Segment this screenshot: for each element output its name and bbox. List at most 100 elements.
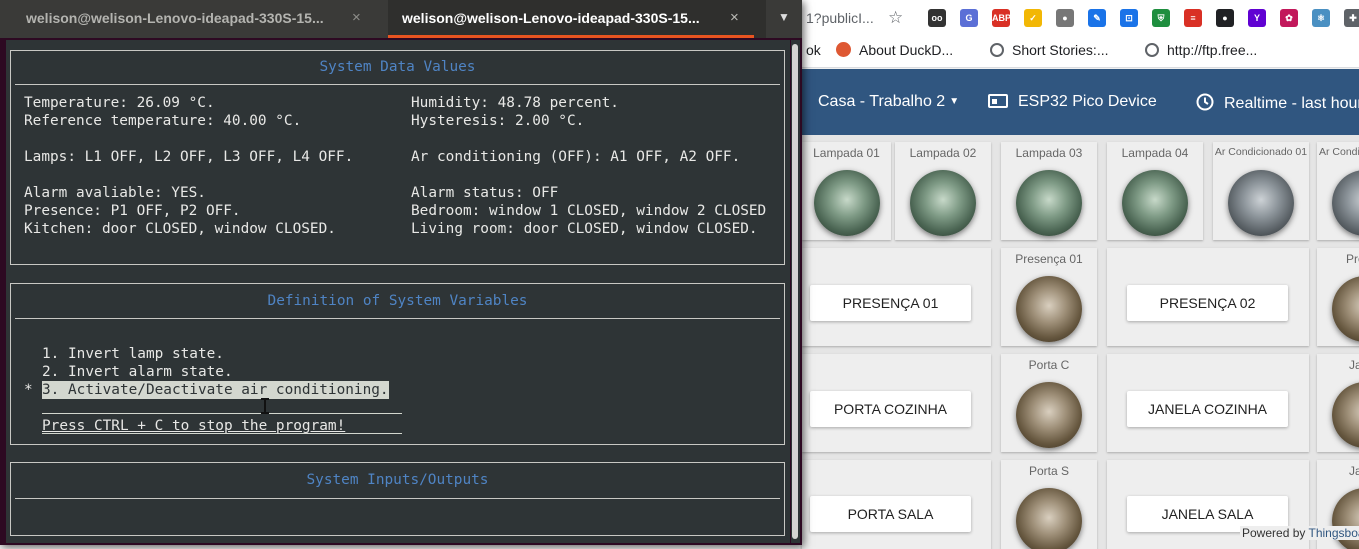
porta-sala-widget: PORTA SALA	[802, 460, 991, 549]
shield-extension-icon[interactable]: ✓	[1024, 9, 1042, 27]
ac-02-widget: Ar Condi	[1317, 142, 1359, 240]
widget-label: Lampada 04	[1121, 146, 1189, 160]
terminal-scrollbar[interactable]	[791, 40, 800, 543]
green-shield-icon[interactable]: ⛨	[1152, 9, 1170, 27]
led-indicator	[910, 170, 976, 236]
timewindow-selector[interactable]: Realtime - last hour	[1196, 93, 1359, 113]
widget-label: Prese	[1346, 252, 1359, 266]
bookmark-item[interactable]: ok	[806, 42, 821, 58]
bookmark-duckduckgo[interactable]: About DuckD...	[836, 42, 953, 58]
globe-icon	[1145, 43, 1159, 57]
active-tab-indicator	[388, 35, 754, 38]
data-value-line: Living room: door CLOSED, window CLOSED.	[411, 221, 758, 237]
cookie-icon[interactable]: oo	[928, 9, 946, 27]
terminal-tab-bar: welison@welison-Lenovo-ideapad-330S-15..…	[0, 0, 802, 38]
bookmark-short-stories[interactable]: Short Stories:...	[990, 42, 1108, 58]
rabbit-icon[interactable]: ●	[1056, 9, 1074, 27]
led-indicator	[1332, 276, 1359, 342]
presence-02-widget: PRESENÇA 02	[1107, 248, 1309, 346]
data-value-line: Reference temperature: 40.00 °C.	[24, 113, 302, 129]
scrollbar-thumb[interactable]	[792, 44, 798, 539]
panel-title: Definition of System Variables	[267, 293, 528, 309]
menu-option-1[interactable]: 1. Invert lamp state.	[42, 345, 224, 363]
panel-title: System Data Values	[319, 59, 476, 75]
tab-title: welison@welison-Lenovo-ideapad-330S-15..…	[402, 10, 700, 26]
close-tab-icon[interactable]: ×	[730, 9, 739, 26]
panel-title: System Inputs/Outputs	[306, 472, 489, 488]
lamp-03-widget: Lampada 03	[1001, 142, 1097, 240]
bookmark-label: About DuckD...	[859, 42, 954, 58]
divider	[15, 84, 780, 85]
device-icon	[988, 94, 1008, 108]
data-value-line: Ar conditioning (OFF): A1 OFF, A2 OFF.	[411, 149, 741, 165]
presence-02-button[interactable]: PRESENÇA 02	[1127, 285, 1288, 321]
presence-01-button[interactable]: PRESENÇA 01	[810, 285, 971, 321]
porta-sala-led-widget: Porta S	[1001, 460, 1097, 549]
led-indicator	[1228, 170, 1294, 236]
menu-option-2[interactable]: 2. Invert alarm state.	[42, 363, 233, 381]
widget-label: Presença 01	[1015, 252, 1083, 266]
thingsboard-link[interactable]: Thingsboard	[1309, 526, 1359, 540]
address-bar[interactable]: 1?publicI...	[806, 10, 874, 26]
widget-label: Lampada 02	[909, 146, 977, 160]
timewindow-label: Realtime - last hour	[1224, 95, 1359, 112]
data-value-line: Alarm avaliable: YES.	[24, 185, 206, 201]
data-value-line: Humidity: 48.78 percent.	[411, 95, 619, 111]
terminal-tab-2[interactable]: welison@welison-Lenovo-ideapad-330S-15..…	[388, 0, 766, 38]
janela-cozinha-button[interactable]: JANELA COZINHA	[1127, 391, 1288, 427]
bookmark-ftp[interactable]: http://ftp.free...	[1145, 42, 1257, 58]
janela-cozinha-widget: JANELA COZINHA	[1107, 354, 1309, 452]
color-icon[interactable]: ✿	[1280, 9, 1298, 27]
menu-option-3[interactable]: 3. Activate/Deactivate air conditioning.	[42, 381, 389, 399]
globe-icon	[990, 43, 1004, 57]
presence-02-led-widget: Prese	[1317, 248, 1359, 346]
bookmark-label: Short Stories:...	[1012, 42, 1109, 58]
widget-label: Ar Condicionado 01	[1214, 146, 1308, 158]
clock-icon	[1196, 93, 1214, 111]
led-indicator	[1122, 170, 1188, 236]
terminal-tab-1[interactable]: welison@welison-Lenovo-ideapad-330S-15..…	[0, 0, 388, 38]
react-icon[interactable]: ⚛	[1312, 9, 1330, 27]
bookmark-star-icon[interactable]: ☆	[888, 8, 903, 28]
pen-icon[interactable]: ✎	[1088, 9, 1106, 27]
data-value-line: Hysteresis: 2.00 °C.	[411, 113, 585, 129]
tab-menu-icon[interactable]: ▼	[778, 10, 790, 24]
led-indicator	[1332, 382, 1359, 448]
ac-01-widget: Ar Condicionado 01	[1213, 142, 1309, 240]
powered-prefix: Powered by	[1242, 526, 1306, 540]
translate-icon[interactable]: G	[960, 9, 978, 27]
porta-sala-button[interactable]: PORTA SALA	[810, 496, 971, 532]
dashboard-canvas: Lampada 01 Lampada 02 Lampada 03 Lampada…	[800, 135, 1359, 549]
crop-icon[interactable]: ⊡	[1120, 9, 1138, 27]
selection-marker: *	[24, 382, 33, 398]
led-indicator	[1016, 276, 1082, 342]
yahoo-icon[interactable]: Y	[1248, 9, 1266, 27]
close-tab-icon[interactable]: ×	[352, 9, 361, 26]
led-indicator	[1016, 382, 1082, 448]
led-indicator	[813, 170, 880, 236]
led-indicator	[1332, 170, 1359, 236]
dashboard-select-label: Casa - Trabalho 2	[818, 93, 946, 110]
powered-by: Powered by Thingsboard	[1240, 526, 1359, 540]
bullet-icon[interactable]: ●	[1216, 9, 1234, 27]
bookmark-label: http://ftp.free...	[1167, 42, 1258, 58]
footer-divider	[42, 413, 402, 414]
porta-cozinha-button[interactable]: PORTA COZINHA	[810, 391, 971, 427]
dashboard-select[interactable]: Casa - Trabalho 2 ▼	[818, 93, 959, 111]
footer-underline	[42, 433, 402, 434]
data-value-line: Kitchen: door CLOSED, window CLOSED.	[24, 221, 336, 237]
widget-label: Jan	[1349, 358, 1359, 372]
reader-icon[interactable]: ≡	[1184, 9, 1202, 27]
puzzle-icon[interactable]: ✚	[1344, 9, 1359, 27]
widget-label: Porta S	[1028, 464, 1070, 478]
data-value-line: Bedroom: window 1 CLOSED, window 2 CLOSE…	[411, 203, 767, 219]
adblock-icon[interactable]: ABP	[992, 9, 1011, 27]
presence-01-widget: PRESENÇA 01	[802, 248, 991, 346]
terminal-screen[interactable]: System Data Values Definition of System …	[6, 40, 790, 543]
porta-cozinha-led-widget: Porta C	[1001, 354, 1097, 452]
text-cursor-icon	[261, 398, 269, 414]
device-selector[interactable]: ESP32 Pico Device	[988, 93, 1157, 111]
data-value-line: Alarm status: OFF	[411, 185, 559, 201]
widget-label: Ar Condi	[1319, 146, 1359, 158]
led-indicator	[1016, 488, 1082, 549]
